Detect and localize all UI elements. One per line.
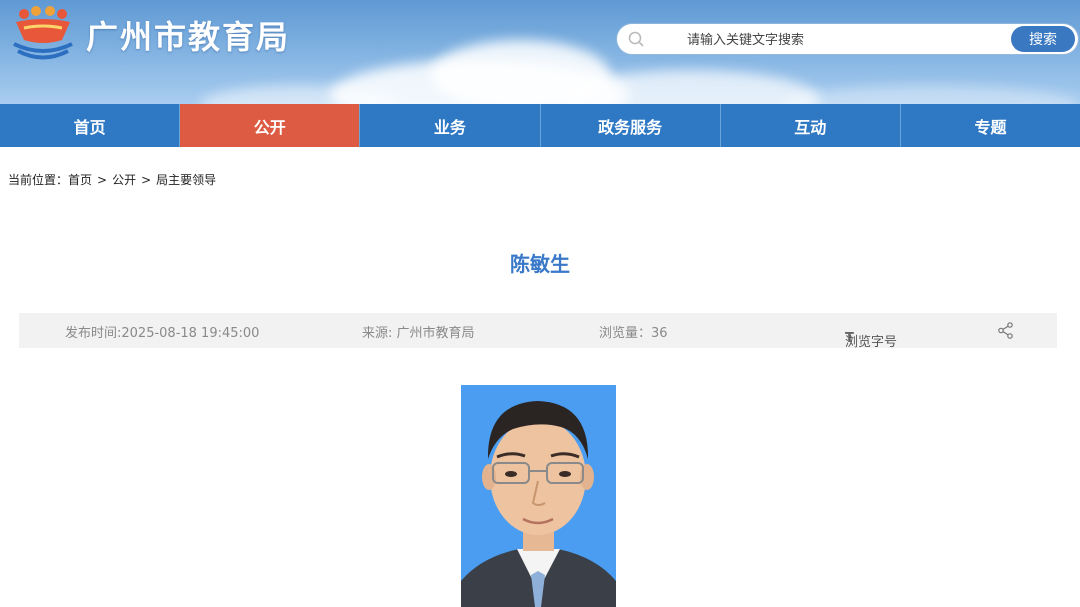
nav-item-topics[interactable]: 专题 [901, 104, 1080, 147]
breadcrumb-prefix: 当前位置： [8, 173, 69, 187]
breadcrumb-leaders[interactable]: 局主要领导 [156, 173, 216, 187]
site-header: 广州市教育局 搜索 [0, 0, 1080, 104]
view-count: 浏览量：36 [599, 326, 668, 341]
share-icon[interactable] [997, 322, 1014, 339]
breadcrumb-separator: > [141, 173, 152, 187]
search-input[interactable] [653, 27, 1029, 53]
bureau-logo-icon[interactable] [10, 6, 76, 64]
breadcrumb-separator: > [97, 173, 108, 187]
main-nav: 首页 公开 业务 政务服务 互动 专题 [0, 104, 1080, 147]
nav-item-public[interactable]: 公开 [180, 104, 361, 147]
publish-time: 发布时间:2025-08-18 19:45:00 [65, 326, 260, 341]
search-button[interactable]: 搜索 [1011, 26, 1075, 52]
nav-item-government-services[interactable]: 政务服务 [541, 104, 721, 147]
search-box: 搜索 [617, 24, 1078, 54]
site-title[interactable]: 广州市教育局 [86, 12, 290, 58]
article-meta-bar: 发布时间:2025-08-18 19:45:00 来源: 广州市教育局 浏览量：… [19, 313, 1057, 350]
breadcrumb-home[interactable]: 首页 [68, 173, 92, 187]
nav-item-home[interactable]: 首页 [0, 104, 181, 147]
header-cloud [780, 85, 1080, 104]
article-title: 陈敏生 [510, 252, 570, 276]
nav-item-business[interactable]: 业务 [360, 104, 541, 147]
search-icon [628, 31, 644, 47]
font-size-label: 浏览字号 [845, 335, 898, 350]
article-source: 来源: 广州市教育局 [362, 326, 475, 341]
nav-item-interaction[interactable]: 互动 [721, 104, 901, 147]
breadcrumb-public[interactable]: 公开 [112, 173, 136, 187]
breadcrumb: 当前位置：首页 > 公开 > 局主要领导 [8, 171, 216, 188]
leader-portrait-image [461, 385, 616, 607]
